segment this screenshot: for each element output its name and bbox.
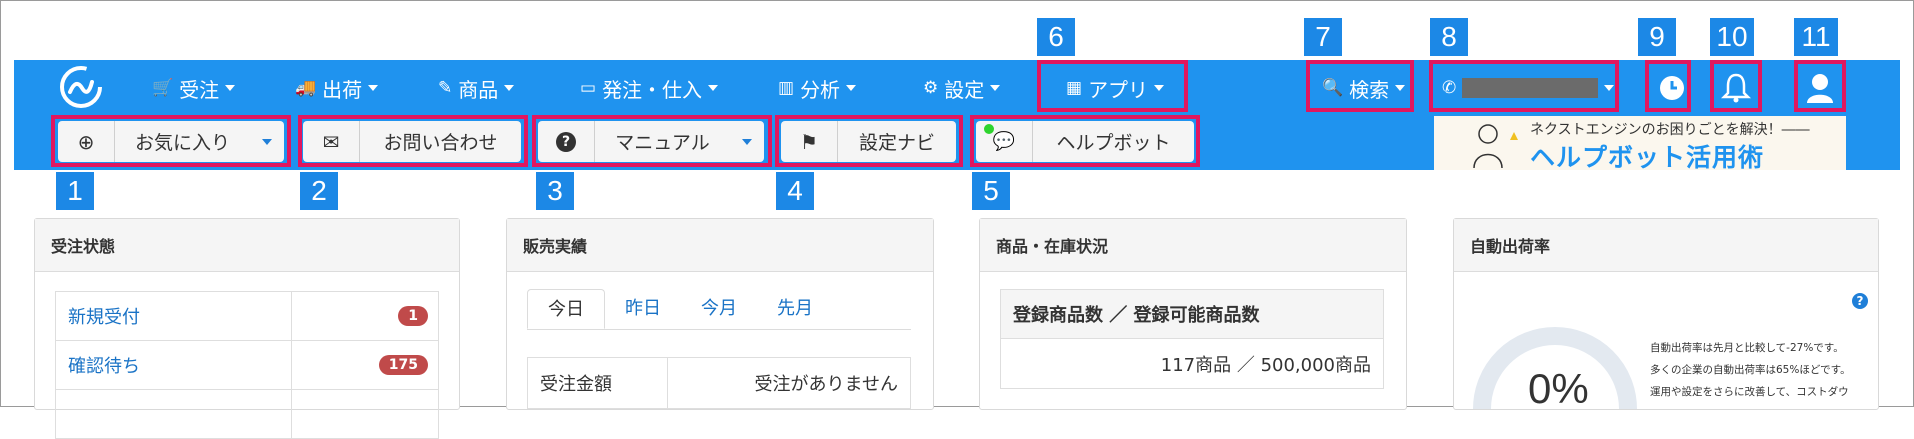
panel-title: 自動出荷率 (1454, 219, 1878, 272)
menu-orders[interactable]: 🛒 受注 (152, 60, 236, 116)
tab-today[interactable]: 今日 (527, 289, 605, 329)
auto-ship-panel: 自動出荷率 ? 0% 自動出荷率は先月と比較して-27%です。 多くの企業の自動… (1453, 218, 1879, 412)
highlight-5 (970, 115, 1200, 167)
chevron-down-icon (846, 85, 857, 91)
status-link[interactable]: 確認待ち (56, 341, 292, 389)
highlight-10 (1710, 60, 1762, 112)
count-badge: 1 (398, 306, 428, 326)
gear-icon: ⚙ (923, 78, 939, 98)
callout-number: 3 (536, 172, 574, 210)
chevron-down-icon (368, 85, 379, 91)
tab-yesterday[interactable]: 昨日 (605, 289, 681, 329)
person-illustration-icon (1473, 124, 1518, 169)
table-row (55, 389, 439, 439)
chevron-down-icon (708, 85, 719, 91)
sales-row-value: 受注がありません (754, 374, 898, 395)
bar-chart-icon: ▥ (778, 78, 795, 98)
menu-products-label: 商品 (458, 77, 499, 102)
callout-number: 5 (972, 172, 1010, 210)
auto-ship-text: 自動出荷率は先月と比較して-27%です。 多くの企業の自動出荷率は65%ほどです… (1650, 337, 1870, 403)
callout-number: 9 (1638, 18, 1676, 56)
banner-line2: ヘルプボット活用術 (1530, 143, 1765, 170)
menu-settings[interactable]: ⚙ 設定 (923, 60, 1001, 116)
auto-ship-line: 運用や設定をさらに改善して、コストダウ (1650, 386, 1849, 398)
menu-orders-label: 受注 (179, 77, 220, 102)
menu-products[interactable]: ✎ 商品 (438, 60, 515, 116)
chevron-down-icon (504, 85, 515, 91)
tab-last-month[interactable]: 先月 (757, 289, 833, 329)
callout-number: 7 (1304, 18, 1342, 56)
highlight-8 (1429, 60, 1619, 112)
highlight-3 (532, 115, 772, 167)
inbox-icon: ▭ (580, 78, 597, 98)
inventory-panel: 商品・在庫状況 登録商品数 ／ 登録可能商品数 117商品 ／ 500,000商… (979, 218, 1407, 410)
highlight-6 (1037, 60, 1188, 112)
highlight-11 (1794, 60, 1846, 112)
highlight-9 (1645, 60, 1691, 112)
gauge-value: 0% (1528, 365, 1589, 412)
menu-shipping[interactable]: 🚚 出荷 (295, 60, 379, 116)
table-row[interactable]: 確認待ち 175 (55, 340, 439, 390)
inventory-value: 117商品 ／ 500,000商品 (1000, 339, 1384, 389)
chevron-down-icon (225, 85, 236, 91)
order-status-panel: 受注状態 新規受付 1 確認待ち 175 (34, 218, 460, 439)
callout-number: 2 (300, 172, 338, 210)
callout-number: 8 (1430, 18, 1468, 56)
menu-purchasing[interactable]: ▭ 発注・仕入 (580, 60, 719, 116)
banner-line1: ネクストエンジンのお困りごとを解決！―― (1530, 122, 1810, 138)
menu-settings-label: 設定 (944, 77, 985, 102)
sales-panel: 販売実績 今日 昨日 今月 先月 受注金額 受注がありません (506, 218, 934, 410)
truck-icon: 🚚 (295, 78, 317, 98)
panel-title: 受注状態 (35, 219, 459, 272)
callout-number: 11 (1794, 18, 1838, 56)
sales-row-label: 受注金額 (528, 358, 668, 408)
callout-number: 6 (1037, 18, 1075, 56)
status-link-empty (56, 390, 292, 438)
highlight-4 (775, 115, 963, 167)
highlight-2 (298, 115, 528, 167)
chevron-down-icon (990, 85, 1001, 91)
auto-ship-line: 多くの企業の自動出荷率は65%ほどです。 (1650, 364, 1851, 376)
auto-ship-line: 自動出荷率は先月と比較して-27%です。 (1650, 342, 1844, 354)
callout-number: 1 (56, 172, 94, 210)
helpbot-promo-banner[interactable]: ネクストエンジンのお困りごとを解決！―― ヘルプボット活用術 (1434, 116, 1846, 170)
panel-title: 販売実績 (507, 219, 933, 272)
menu-analytics[interactable]: ▥ 分析 (778, 60, 857, 116)
highlight-1 (51, 115, 291, 167)
table-row[interactable]: 新規受付 1 (55, 291, 439, 341)
menu-purchasing-label: 発注・仕入 (602, 77, 703, 102)
menu-shipping-label: 出荷 (322, 77, 363, 102)
highlight-7 (1306, 60, 1414, 112)
pencil-icon: ✎ (438, 78, 453, 98)
sales-row: 受注金額 受注がありません (527, 357, 911, 409)
callout-number: 10 (1710, 18, 1754, 56)
help-icon[interactable]: ? (1852, 293, 1868, 309)
inventory-header: 登録商品数 ／ 登録可能商品数 (1000, 289, 1384, 339)
logo-icon[interactable] (58, 64, 104, 110)
sales-tabs: 今日 昨日 今月 先月 (527, 289, 911, 330)
callout-number: 4 (776, 172, 814, 210)
count-badge: 175 (378, 355, 428, 375)
tab-this-month[interactable]: 今月 (681, 289, 757, 329)
menu-analytics-label: 分析 (800, 77, 841, 102)
panel-title: 商品・在庫状況 (980, 219, 1406, 272)
status-link[interactable]: 新規受付 (56, 292, 292, 340)
cart-icon: 🛒 (152, 78, 174, 98)
